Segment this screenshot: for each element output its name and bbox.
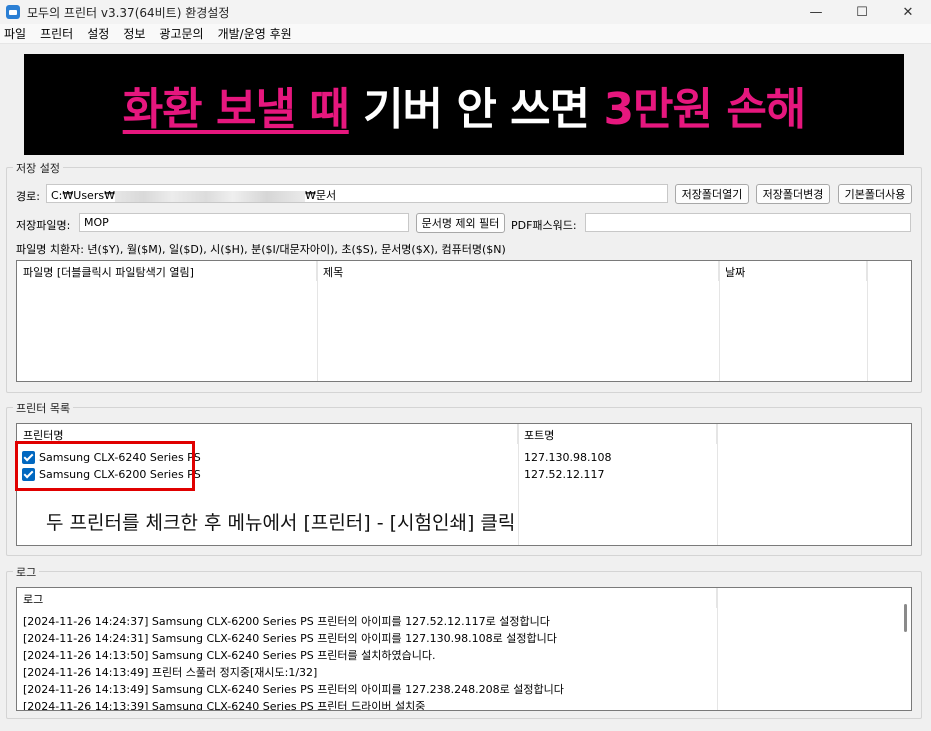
- printer-port: 127.52.12.117: [524, 468, 605, 481]
- filename-substitutes-hint: 파일명 치환자: 년($Y), 월($M), 일($D), 시($H), 분($…: [16, 243, 506, 256]
- menu-support[interactable]: 개발/운영 후원: [218, 25, 292, 42]
- printer-highlight-box: [15, 441, 195, 491]
- change-folder-button[interactable]: 저장폴더변경: [756, 184, 830, 204]
- pdf-password-field[interactable]: [585, 213, 911, 232]
- menu-file[interactable]: 파일: [4, 25, 26, 42]
- log-label: 로그: [13, 564, 40, 580]
- menu-info[interactable]: 정보: [123, 25, 145, 42]
- menu-settings[interactable]: 설정: [87, 25, 109, 42]
- minimize-button[interactable]: —: [793, 0, 839, 24]
- menu-printer[interactable]: 프린터: [40, 25, 73, 42]
- save-settings-label: 저장 설정: [13, 160, 63, 176]
- filename-label: 저장파일명:: [16, 219, 71, 232]
- banner-text-part2: 기버 안 쓰면: [363, 83, 590, 135]
- log-entry: [2024-11-26 14:24:37] Samsung CLX-6200 S…: [23, 615, 550, 628]
- log-entry: [2024-11-26 14:13:39] Samsung CLX-6240 S…: [23, 700, 426, 711]
- open-folder-button[interactable]: 저장폴더열기: [675, 184, 749, 204]
- log-entry: [2024-11-26 14:13:49] Samsung CLX-6240 S…: [23, 683, 564, 696]
- filename-field[interactable]: MOP: [79, 213, 409, 232]
- column-divider: [717, 588, 718, 710]
- path-label: 경로:: [16, 190, 40, 203]
- column-port-name[interactable]: 포트명: [518, 424, 717, 444]
- document-filter-button[interactable]: 문서명 제외 필터: [416, 213, 505, 233]
- default-folder-button[interactable]: 기본폴더사용: [838, 184, 912, 204]
- log-scrollbar[interactable]: [904, 604, 907, 632]
- saved-files-list[interactable]: 파일명 [더블클릭시 파일탐색기 열림] 제목 날짜: [16, 260, 912, 382]
- menu-bar: 파일 프린터 설정 정보 광고문의 개발/운영 후원: [0, 24, 931, 44]
- column-divider: [717, 424, 718, 545]
- log-entry: [2024-11-26 14:13:50] Samsung CLX-6240 S…: [23, 649, 436, 662]
- column-title[interactable]: 제목: [317, 261, 719, 281]
- printer-port: 127.130.98.108: [524, 451, 612, 464]
- column-filename[interactable]: 파일명 [더블클릭시 파일탐색기 열림]: [17, 261, 317, 281]
- instruction-text: 두 프린터를 체크한 후 메뉴에서 [프린터] - [시험인쇄] 클릭: [46, 512, 516, 534]
- close-button[interactable]: ✕: [885, 0, 931, 24]
- column-divider: [867, 261, 868, 381]
- column-date[interactable]: 날짜: [719, 261, 867, 281]
- ad-banner[interactable]: 화환 보낼 때 기버 안 쓰면 3만원 손해: [24, 54, 904, 155]
- log-list[interactable]: 로그 [2024-11-26 14:24:37] Samsung CLX-620…: [16, 587, 912, 711]
- menu-ad-inquiry[interactable]: 광고문의: [159, 25, 203, 42]
- printer-list-label: 프린터 목록: [13, 400, 74, 416]
- printer-app-icon: [6, 5, 20, 19]
- banner-text-part3: 3만원 손해: [603, 83, 806, 135]
- column-divider: [518, 424, 519, 545]
- log-entry: [2024-11-26 14:24:31] Samsung CLX-6240 S…: [23, 632, 557, 645]
- maximize-button[interactable]: ☐: [839, 0, 885, 24]
- window-title: 모두의 프린터 v3.37(64비트) 환경설정: [27, 5, 230, 20]
- path-field[interactable]: C:₩Users₩ ₩문서: [46, 184, 668, 203]
- pdf-password-label: PDF패스워드:: [511, 219, 577, 232]
- column-log[interactable]: 로그: [17, 588, 717, 608]
- title-bar: 모두의 프린터 v3.37(64비트) 환경설정 — ☐ ✕: [0, 0, 931, 24]
- banner-text-part1: 화환 보낼 때: [122, 83, 350, 135]
- column-divider: [317, 261, 318, 381]
- path-prefix: C:₩Users₩: [51, 189, 115, 202]
- log-entry: [2024-11-26 14:13:49] 프린터 스풀러 정지중[재시도:1/…: [23, 666, 318, 679]
- redacted-username: [114, 190, 305, 202]
- path-suffix: ₩문서: [304, 189, 337, 202]
- column-divider: [719, 261, 720, 381]
- ad-banner-text: 화환 보낼 때 기버 안 쓰면 3만원 손해: [122, 73, 807, 137]
